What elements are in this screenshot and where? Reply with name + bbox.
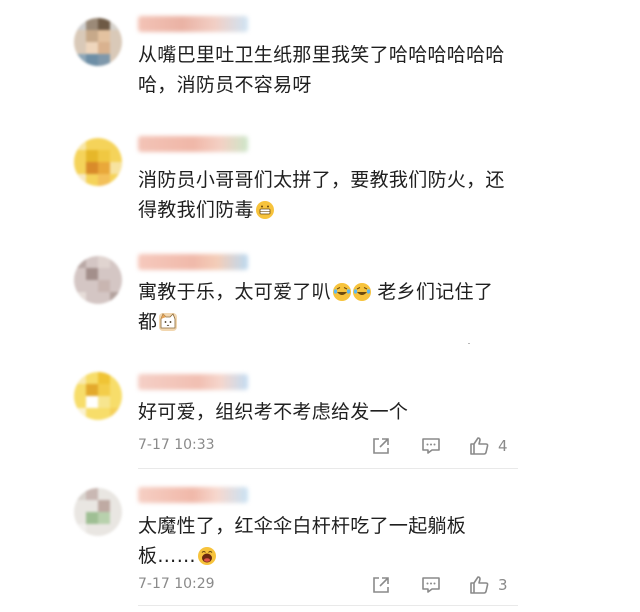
comment-icon[interactable]	[420, 574, 442, 596]
open-mouth-laugh-emoji-icon	[197, 547, 216, 565]
comment-line: 哈，消防员不容易呀	[138, 74, 312, 96]
laugh-tears-emoji-icon	[353, 283, 372, 301]
comment-text: 太魔性了，红伞伞白杆杆吃了一起躺板 板……	[138, 511, 518, 571]
comment-text: 消防员小哥哥们太拼了，要教我们防火，还 得教我们防毒	[138, 165, 518, 225]
like-icon[interactable]	[468, 574, 490, 596]
comment-line: 寓教于乐，太可爱了叭 老乡们记住了	[138, 277, 518, 307]
username[interactable]	[138, 487, 248, 503]
comment-line: 消防员小哥哥们太拼了，要教我们防火，还	[138, 169, 505, 191]
comment-line-text: 板……	[138, 545, 196, 567]
comment-line-text: 都	[138, 311, 158, 333]
avatar[interactable]	[74, 256, 122, 304]
comment-line-text: 得教我们防毒	[138, 199, 254, 221]
comment-text: 好可爱，组织考不考虑给发一个	[138, 397, 518, 427]
share-icon[interactable]	[370, 435, 392, 457]
comment-meta: 7-17 10:29 3	[138, 574, 518, 596]
divider	[468, 343, 470, 344]
laugh-tears-emoji-icon	[333, 283, 352, 301]
comment-line-text: 老乡们记住了	[377, 281, 494, 303]
comment-line-text: 寓教于乐，太可爱了叭	[138, 281, 332, 303]
avatar[interactable]	[74, 488, 122, 536]
divider	[138, 468, 518, 469]
grimace-emoji-icon	[255, 201, 274, 219]
share-icon[interactable]	[370, 574, 392, 596]
username[interactable]	[138, 374, 248, 390]
comment-line: 板……	[138, 541, 518, 571]
timestamp: 7-17 10:33	[138, 437, 215, 453]
comment-icon[interactable]	[420, 435, 442, 457]
comment-line: 好可爱，组织考不考虑给发一个	[138, 401, 409, 423]
comment-line: 得教我们防毒	[138, 195, 518, 225]
cat-emoji-icon	[159, 313, 178, 331]
comment-meta: 7-17 10:33 4	[138, 435, 518, 457]
like-count: 4	[498, 437, 508, 455]
username[interactable]	[138, 254, 248, 270]
comment-text: 从嘴巴里吐卫生纸那里我笑了哈哈哈哈哈哈 哈，消防员不容易呀	[138, 40, 518, 100]
avatar[interactable]	[74, 138, 122, 186]
like-count: 3	[498, 576, 508, 594]
comment-line: 从嘴巴里吐卫生纸那里我笑了哈哈哈哈哈哈	[138, 44, 505, 66]
username[interactable]	[138, 16, 248, 32]
avatar[interactable]	[74, 372, 122, 420]
comment-line: 都	[138, 307, 518, 337]
comment-line: 太魔性了，红伞伞白杆杆吃了一起躺板	[138, 515, 467, 537]
like-icon[interactable]	[468, 435, 490, 457]
comment-text: 寓教于乐，太可爱了叭 老乡们记住了 都	[138, 277, 518, 337]
timestamp: 7-17 10:29	[138, 576, 215, 592]
avatar[interactable]	[74, 18, 122, 66]
username[interactable]	[138, 136, 248, 152]
divider	[138, 605, 518, 606]
